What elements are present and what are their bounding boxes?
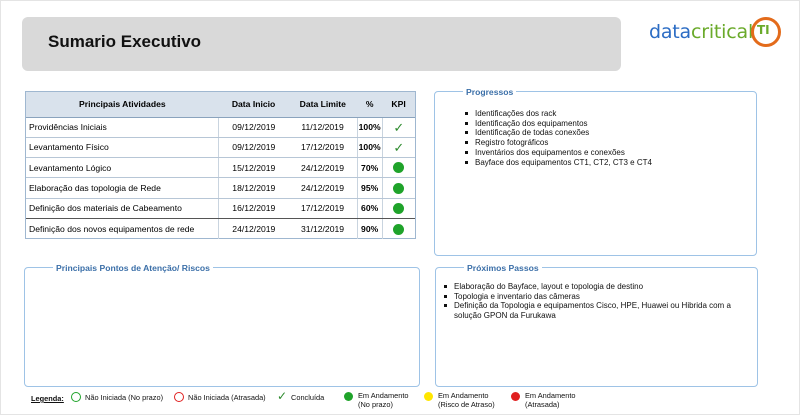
activities-table: Principais Atividades Data Inicio Data L… — [25, 91, 416, 239]
activity-end: 24/12/2019 — [288, 157, 358, 179]
legend-text: Em Andamento (No prazo) — [358, 391, 409, 409]
risks-title: Principais Pontos de Atenção/ Riscos — [53, 263, 213, 273]
header-pct: % — [357, 92, 383, 118]
activity-start: 09/12/2019 — [218, 137, 289, 159]
check-icon: ✓ — [393, 119, 405, 135]
logo-badge: TI — [757, 23, 770, 37]
activity-kpi — [382, 177, 415, 199]
red-dot-icon — [511, 392, 520, 401]
list-item: Inventários dos equipamentos e conexões — [465, 148, 750, 158]
activity-name: Definição dos novos equipamentos de rede — [26, 218, 220, 239]
legend-text: Não Iniciada (Atrasada) — [188, 393, 266, 402]
header-end: Data Limite — [288, 92, 358, 118]
next-steps-panel: Próximos Passos Elaboração do Bayface, l… — [435, 263, 758, 387]
activity-start: 18/12/2019 — [218, 177, 289, 199]
activity-pct: 100% — [356, 137, 383, 159]
activity-end: 17/12/2019 — [288, 137, 358, 159]
table-row: Providências Iniciais 09/12/2019 11/12/2… — [26, 117, 415, 138]
status-dot-icon — [393, 162, 405, 174]
table-row: Levantamento Lógico 15/12/2019 24/12/201… — [26, 157, 415, 179]
legend-text: Não Iniciada (No prazo) — [85, 393, 164, 402]
green-ring-icon — [71, 392, 81, 402]
list-item: Elaboração do Bayface, layout e topologi… — [444, 282, 749, 292]
next-steps-title: Próximos Passos — [464, 263, 542, 273]
activity-name: Levantamento Lógico — [26, 157, 220, 179]
progress-list: Identificações dos rack Identificação do… — [465, 109, 750, 167]
red-ring-icon — [174, 392, 184, 402]
activity-pct: 70% — [356, 157, 383, 179]
activity-kpi: ✓ — [382, 137, 415, 159]
next-steps-list: Elaboração do Bayface, layout e topologi… — [444, 282, 749, 321]
list-item: Identificação dos equipamentos — [465, 119, 750, 129]
activity-end: 11/12/2019 — [288, 117, 358, 138]
table-row: Definição dos novos equipamentos de rede… — [26, 218, 415, 239]
check-icon: ✓ — [277, 389, 288, 403]
activity-pct: 100% — [356, 117, 383, 138]
legend-text: Em Andamento (Atrasada) — [525, 391, 576, 409]
progress-panel: Progressos Identificações dos rack Ident… — [434, 87, 757, 256]
progress-title: Progressos — [463, 87, 517, 97]
activity-pct: 90% — [356, 218, 383, 239]
header-start: Data Inicio — [218, 92, 289, 118]
activity-name: Levantamento Físico — [26, 137, 220, 159]
list-item: Identificação de todas conexões — [465, 128, 750, 138]
legend-text: Concluída — [291, 393, 325, 402]
status-dot-icon — [393, 223, 405, 235]
green-dot-icon — [344, 392, 353, 401]
activity-name: Definição dos materiais de Cabeamento — [26, 198, 220, 219]
datacritical-logo: datacritical TI — [649, 17, 784, 49]
title-bar: Sumario Executivo — [22, 17, 621, 71]
activity-end: 31/12/2019 — [301, 223, 345, 234]
activity-start: 16/12/2019 — [218, 198, 289, 219]
activity-name: Elaboração das topologia de Rede — [26, 177, 220, 199]
logo-text-part1: data — [649, 21, 691, 43]
header-activity: Principais Atividades — [26, 92, 219, 118]
table-row: Elaboração das topologia de Rede 18/12/2… — [26, 177, 415, 199]
activity-kpi — [382, 157, 415, 179]
status-dot-icon — [393, 202, 405, 214]
legend-text-line2: (Risco de Atraso) — [438, 399, 495, 409]
status-dot-icon — [393, 182, 405, 194]
activity-name: Providências Iniciais — [26, 117, 220, 138]
list-item: Registro fotográficos — [465, 138, 750, 148]
activity-start: 09/12/2019 — [218, 117, 289, 138]
list-item: Bayface dos equipamentos CT1, CT2, CT3 e… — [465, 158, 750, 168]
risks-panel: Principais Pontos de Atenção/ Riscos — [24, 263, 420, 387]
list-item: Topologia e inventario das câmeras — [444, 292, 749, 302]
activity-end: 24/12/2019 — [288, 177, 358, 199]
activity-pct: 95% — [356, 177, 383, 199]
table-row: Definição dos materiais de Cabeamento 16… — [26, 198, 415, 219]
header-kpi: KPI — [382, 92, 415, 118]
slide: Sumario Executivo datacritical TI Princi… — [0, 0, 800, 415]
legend: Legenda: Não Iniciada (No prazo) Não Ini… — [31, 389, 791, 413]
activity-start: 24/12/2019 — [232, 223, 276, 234]
table-row: Levantamento Físico 09/12/2019 17/12/201… — [26, 137, 415, 159]
activity-kpi — [382, 218, 415, 238]
check-icon: ✓ — [393, 139, 405, 155]
activity-kpi — [382, 198, 415, 219]
table-header-row: Principais Atividades Data Inicio Data L… — [26, 92, 415, 118]
activity-pct: 60% — [356, 198, 383, 219]
list-item: Definição da Topologia e equipamentos Ci… — [444, 301, 749, 320]
legend-text-line2: (No prazo) — [358, 399, 393, 409]
legend-text-line2: (Atrasada) — [525, 399, 560, 409]
legend-text: Em Andamento (Risco de Atraso) — [438, 391, 495, 409]
legend-label: Legenda: — [31, 394, 64, 403]
logo-text-part2: critical — [691, 21, 754, 43]
list-item: Identificações dos rack — [465, 109, 750, 119]
logo-text: datacritical — [649, 21, 753, 43]
activity-kpi: ✓ — [382, 117, 415, 138]
activity-end: 17/12/2019 — [288, 198, 358, 219]
page-title: Sumario Executivo — [48, 32, 202, 51]
yellow-dot-icon — [424, 392, 433, 401]
activity-start: 15/12/2019 — [218, 157, 289, 179]
